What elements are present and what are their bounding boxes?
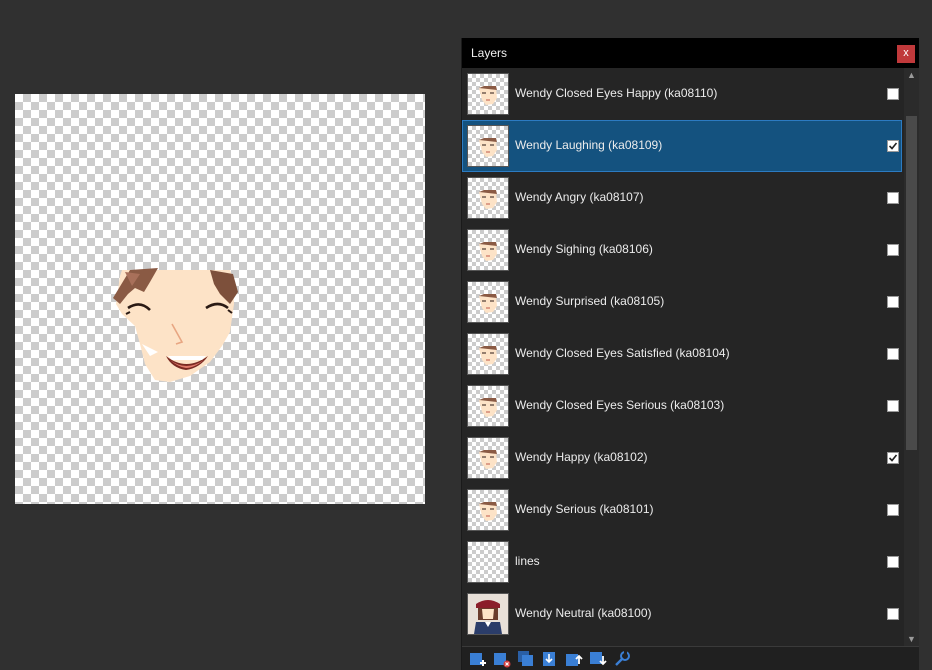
layer-name: Wendy Closed Eyes Satisfied (ka08104) — [515, 346, 730, 360]
layer-thumbnail-face-icon — [467, 385, 509, 427]
layer-visibility-checkbox[interactable] — [887, 244, 899, 256]
layer-thumbnail-face-icon — [467, 333, 509, 375]
layer-thumbnail-face-icon — [467, 281, 509, 323]
layer-thumbnail-face-icon — [467, 229, 509, 271]
layer-thumbnail-face-icon — [467, 489, 509, 531]
layer-row[interactable]: Wendy Happy (ka08102) — [462, 432, 902, 484]
duplicate-layer-icon[interactable] — [517, 650, 535, 668]
scroll-down-arrow-icon[interactable]: ▼ — [904, 632, 919, 646]
layer-visibility-checkbox[interactable] — [887, 192, 899, 204]
layer-thumbnail-face-icon — [467, 177, 509, 219]
delete-layer-icon[interactable] — [493, 650, 511, 668]
layer-name: Wendy Laughing (ka08109) — [515, 138, 663, 152]
add-layer-icon[interactable] — [469, 650, 487, 668]
move-layer-up-icon[interactable] — [565, 650, 583, 668]
layer-row[interactable]: Wendy Laughing (ka08109) — [462, 120, 902, 172]
layer-visibility-checkbox[interactable] — [887, 556, 899, 568]
layer-thumbnail-face-icon — [467, 125, 509, 167]
layer-visibility-checkbox[interactable] — [887, 400, 899, 412]
layer-visibility-checkbox[interactable] — [887, 348, 899, 360]
layer-name: Wendy Serious (ka08101) — [515, 502, 654, 516]
layer-visibility-checkbox[interactable] — [887, 504, 899, 516]
image-canvas[interactable] — [15, 94, 425, 504]
layer-list: Wendy Closed Eyes Happy (ka08110) Wendy L… — [462, 68, 902, 646]
layer-thumbnail — [467, 541, 509, 583]
laughing-face-image — [113, 268, 238, 382]
layer-visibility-checkbox[interactable] — [887, 608, 899, 620]
scroll-thumb[interactable] — [906, 116, 917, 450]
panel-title: Layers — [471, 46, 508, 60]
close-button[interactable]: x — [897, 45, 915, 63]
layer-list-scrollbar[interactable]: ▲ ▼ — [904, 68, 919, 646]
layer-row[interactable]: Wendy Closed Eyes Serious (ka08103) — [462, 380, 902, 432]
layer-name: lines — [515, 554, 540, 568]
panel-title-bar[interactable]: Layers x — [462, 38, 919, 68]
merge-layer-down-icon[interactable] — [541, 650, 559, 668]
layers-toolbar — [462, 646, 919, 670]
layer-thumbnail-face-icon — [467, 73, 509, 115]
layer-properties-icon[interactable] — [613, 650, 631, 668]
layer-row[interactable]: Wendy Closed Eyes Happy (ka08110) — [462, 68, 902, 120]
layer-name: Wendy Closed Eyes Happy (ka08110) — [515, 86, 718, 100]
layer-thumbnail-face-icon — [467, 437, 509, 479]
layer-name: Wendy Angry (ka08107) — [515, 190, 644, 204]
layer-row[interactable]: Wendy Serious (ka08101) — [462, 484, 902, 536]
layer-thumbnail-character-icon — [467, 593, 509, 635]
layer-visibility-checkbox[interactable] — [887, 296, 899, 308]
layer-visibility-checkbox[interactable] — [887, 140, 899, 152]
layer-visibility-checkbox[interactable] — [887, 452, 899, 464]
layer-row[interactable]: Wendy Closed Eyes Satisfied (ka08104) — [462, 328, 902, 380]
layer-name: Wendy Happy (ka08102) — [515, 450, 648, 464]
layer-name: Wendy Sighing (ka08106) — [515, 242, 653, 256]
scroll-up-arrow-icon[interactable]: ▲ — [904, 68, 919, 82]
layer-name: Wendy Surprised (ka08105) — [515, 294, 665, 308]
layer-visibility-checkbox[interactable] — [887, 88, 899, 100]
layers-panel: Layers x Wendy Closed Eyes Happy (ka0811… — [461, 38, 919, 670]
layer-row[interactable]: Wendy Angry (ka08107) — [462, 172, 902, 224]
layer-row[interactable]: Wendy Sighing (ka08106) — [462, 224, 902, 276]
layer-row[interactable]: Wendy Neutral (ka08100) — [462, 588, 902, 640]
layer-name: Wendy Neutral (ka08100) — [515, 606, 652, 620]
layer-row[interactable]: lines — [462, 536, 902, 588]
layer-row[interactable]: Wendy Surprised (ka08105) — [462, 276, 902, 328]
move-layer-down-icon[interactable] — [589, 650, 607, 668]
layer-name: Wendy Closed Eyes Serious (ka08103) — [515, 398, 725, 412]
